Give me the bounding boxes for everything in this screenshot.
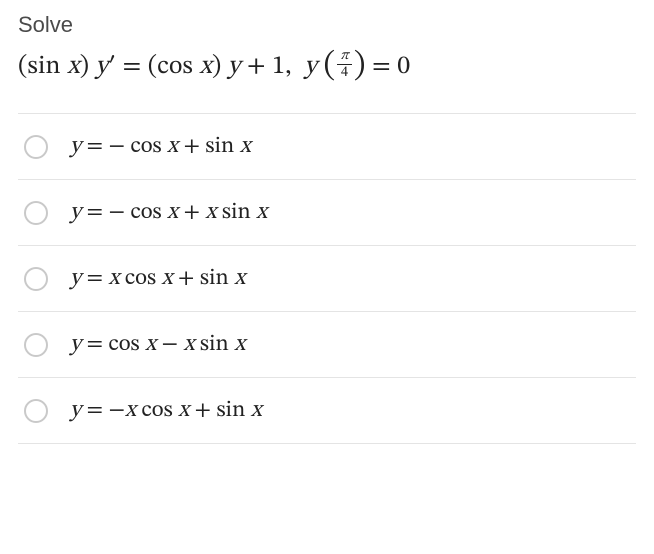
option-text: y = − cos x + x sin x [70,198,267,227]
option-text: y = x cos x + sin x [70,264,245,293]
option-row[interactable]: y = − cos x + sin x [18,114,636,180]
option-row[interactable]: y = x cos x + sin x [18,246,636,312]
prompt-label: Solve [18,12,636,38]
radio-icon[interactable] [24,399,48,423]
option-row[interactable]: y = cos x − x sin x [18,312,636,378]
radio-icon[interactable] [24,333,48,357]
option-row[interactable]: y = − cos x + x sin x [18,180,636,246]
options-list: y = − cos x + sin x y = − cos x + x sin … [18,113,636,444]
option-text: y = cos x − x sin x [70,330,245,359]
question-equation: (sin x) y′ = (cos x) y + 1, y (π4) = 0 [18,44,636,85]
question-container: Solve (sin x) y′ = (cos x) y + 1, y (π4)… [0,0,654,456]
radio-icon[interactable] [24,201,48,225]
option-row[interactable]: y = −x cos x + sin x [18,378,636,444]
option-text: y = − cos x + sin x [70,132,251,161]
option-text: y = −x cos x + sin x [70,396,262,425]
radio-icon[interactable] [24,267,48,291]
radio-icon[interactable] [24,135,48,159]
